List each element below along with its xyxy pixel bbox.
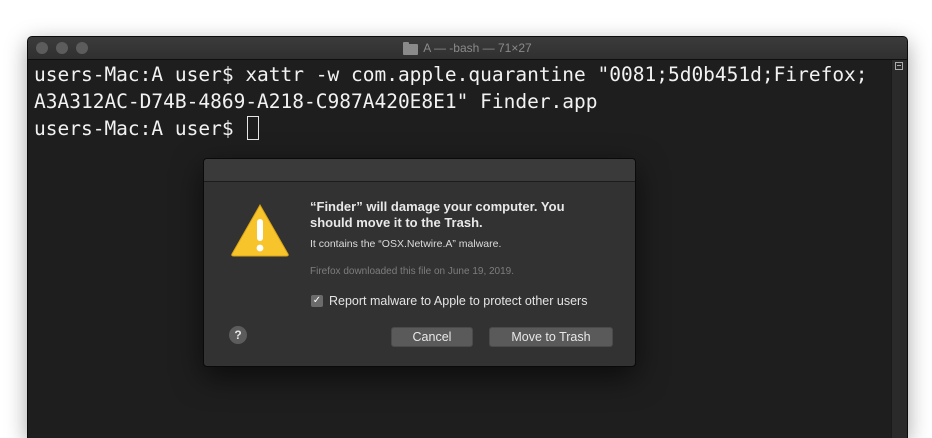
title-bar[interactable]: A — -bash — 71×27 bbox=[28, 37, 907, 60]
terminal-line: users-Mac:A user$ xattr -w com.apple.qua… bbox=[34, 63, 868, 86]
text-cursor bbox=[247, 115, 260, 140]
help-button[interactable]: ? bbox=[229, 326, 247, 344]
malware-warning-dialog: “Finder” will damage your computer. You … bbox=[203, 158, 636, 367]
dialog-title: “Finder” will damage your computer. You … bbox=[310, 199, 565, 230]
scrollbar[interactable] bbox=[891, 60, 907, 438]
warning-icon bbox=[231, 203, 289, 257]
split-view-icon[interactable] bbox=[895, 62, 903, 70]
report-malware-option[interactable]: ✓ Report malware to Apple to protect oth… bbox=[311, 294, 587, 308]
terminal-prompt-line: users-Mac:A user$ bbox=[34, 115, 891, 142]
window-title-group: A — -bash — 71×27 bbox=[28, 37, 907, 59]
cancel-button[interactable]: Cancel bbox=[391, 327, 473, 347]
dialog-message: It contains the “OSX.Netwire.A” malware. bbox=[310, 238, 502, 250]
terminal-prompt: users-Mac:A user$ bbox=[34, 117, 246, 140]
dialog-title-bar bbox=[204, 159, 635, 182]
download-info: Firefox downloaded this file on June 19,… bbox=[310, 266, 515, 277]
window-title: A — -bash — 71×27 bbox=[423, 41, 532, 55]
terminal-line: A3A312AC-D74B-4869-A218-C987A420E8E1" Fi… bbox=[34, 90, 598, 113]
report-malware-label[interactable]: Report malware to Apple to protect other… bbox=[329, 294, 587, 308]
folder-icon bbox=[403, 41, 419, 55]
report-malware-checkbox[interactable]: ✓ bbox=[311, 295, 323, 307]
move-to-trash-button[interactable]: Move to Trash bbox=[489, 327, 613, 347]
